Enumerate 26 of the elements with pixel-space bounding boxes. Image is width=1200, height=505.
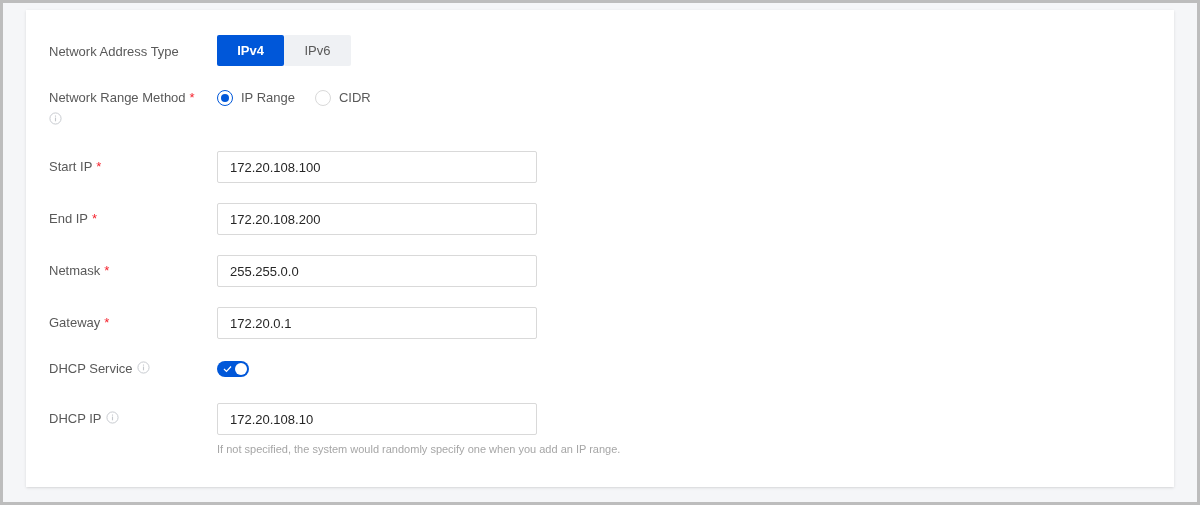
input-field[interactable]: 255.255.0.0 [217, 255, 537, 287]
segment-tab[interactable]: IPv4 [217, 35, 284, 66]
radio-label[interactable]: IP Range [241, 88, 295, 108]
input-field[interactable]: 172.20.0.1 [217, 307, 537, 339]
field-label: Gateway [49, 315, 101, 330]
check-icon [223, 365, 232, 373]
field-label: Netmask [49, 263, 101, 278]
field-label: End IP [49, 211, 89, 226]
required-mark: * [104, 315, 110, 330]
input-field[interactable]: 172.20.108.10 [217, 403, 537, 435]
field-label: DHCP Service [49, 361, 133, 376]
toggle-switch[interactable] [217, 361, 249, 377]
field-label: Network Address Type [49, 44, 179, 59]
radio-button[interactable] [217, 89, 233, 106]
radio-label[interactable]: CIDR [338, 88, 371, 108]
required-mark: * [96, 159, 102, 174]
input-field[interactable]: 172.20.108.100 [217, 151, 537, 183]
required-mark: * [189, 90, 195, 105]
input-field[interactable]: 172.20.108.200 [217, 203, 537, 235]
field-label: DHCP IP [49, 411, 102, 426]
required-mark: * [92, 211, 98, 226]
hint-text: If not specified, the system would randomly specify one when you add an IP range. [217, 442, 621, 457]
required-mark: * [104, 263, 110, 278]
segment-tab[interactable]: IPv6 [284, 35, 351, 66]
field-label: Network Range Method [49, 90, 186, 105]
field-label: Start IP [49, 159, 93, 174]
